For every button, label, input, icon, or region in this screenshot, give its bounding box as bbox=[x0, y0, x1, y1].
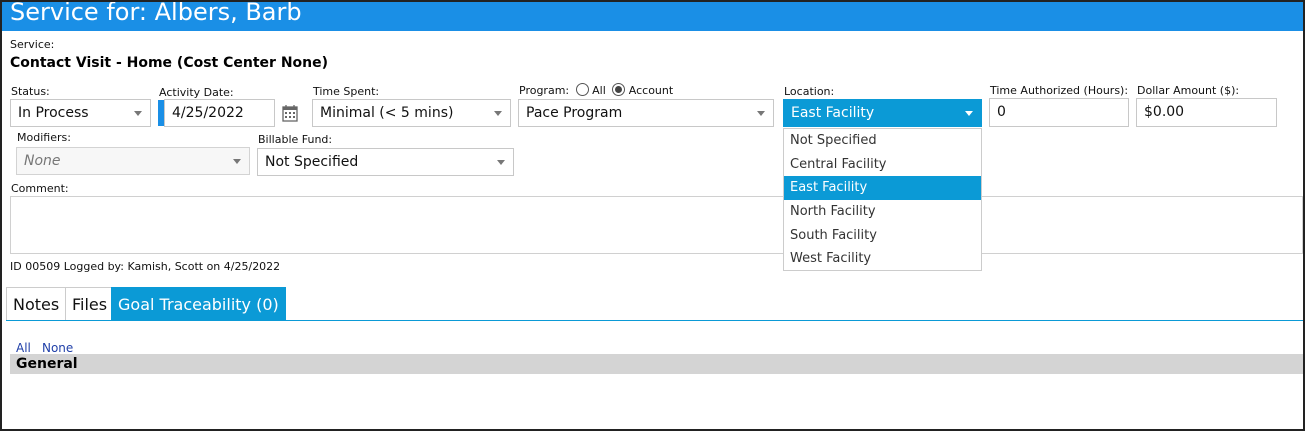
time-spent-select[interactable]: Minimal (< 5 mins) bbox=[312, 99, 511, 127]
time-spent-label: Time Spent: bbox=[313, 85, 380, 98]
location-option-west-facility[interactable]: West Facility bbox=[784, 247, 981, 271]
billable-fund-select[interactable]: Not Specified bbox=[257, 148, 514, 176]
calendar-icon[interactable] bbox=[282, 104, 298, 122]
chevron-down-icon bbox=[494, 111, 502, 116]
status-label: Status: bbox=[11, 85, 50, 98]
service-dialog: Service for: Albers, Barb Service: Conta… bbox=[0, 0, 1305, 431]
goal-group-label: General bbox=[16, 356, 78, 372]
log-info: ID 00509 Logged by: Kamish, Scott on 4/2… bbox=[10, 260, 281, 273]
goal-group-header: General bbox=[10, 354, 1303, 374]
location-select[interactable]: East Facility bbox=[783, 99, 982, 127]
tab-underline bbox=[6, 320, 1303, 321]
billable-fund-label: Billable Fund: bbox=[258, 133, 333, 146]
window-title-bar: Service for: Albers, Barb bbox=[2, 2, 1303, 31]
dollar-amount-value: $0.00 bbox=[1144, 104, 1185, 120]
tab-files[interactable]: Files bbox=[65, 287, 115, 320]
activity-date-label: Activity Date: bbox=[159, 86, 234, 99]
program-account-label: Account bbox=[628, 84, 674, 97]
tab-goal-traceability[interactable]: Goal Traceability (0) bbox=[111, 287, 286, 320]
billable-fund-value: Not Specified bbox=[265, 154, 359, 170]
service-label: Service: bbox=[10, 38, 55, 51]
select-all-link[interactable]: All bbox=[16, 341, 31, 355]
activity-date-input[interactable]: 4/25/2022 bbox=[164, 99, 275, 127]
program-all-label: All bbox=[592, 84, 606, 97]
modifiers-value: None bbox=[24, 153, 61, 169]
time-authorized-input[interactable]: 0 bbox=[989, 98, 1129, 127]
program-all-radio[interactable] bbox=[575, 83, 589, 96]
chevron-down-icon bbox=[757, 111, 765, 116]
time-authorized-value: 0 bbox=[997, 104, 1006, 120]
program-value: Pace Program bbox=[526, 105, 623, 121]
program-label-row: Program: All Account bbox=[519, 83, 673, 97]
chevron-down-icon bbox=[497, 160, 505, 165]
chevron-down-icon bbox=[965, 111, 973, 116]
time-authorized-label: Time Authorized (Hours): bbox=[990, 84, 1129, 97]
service-name: Contact Visit - Home (Cost Center None) bbox=[10, 55, 329, 71]
program-select[interactable]: Pace Program bbox=[518, 99, 774, 127]
window-title: Service for: Albers, Barb bbox=[10, 2, 302, 26]
modifiers-label: Modifiers: bbox=[17, 131, 71, 144]
status-select[interactable]: In Process bbox=[10, 99, 151, 127]
modifiers-select[interactable]: None bbox=[16, 147, 250, 175]
location-dropdown-list: Not Specified Central Facility East Faci… bbox=[783, 128, 982, 271]
tab-notes[interactable]: Notes bbox=[6, 287, 67, 320]
program-account-radio[interactable] bbox=[612, 83, 626, 96]
location-option-east-facility[interactable]: East Facility bbox=[784, 176, 981, 201]
location-option-not-specified[interactable]: Not Specified bbox=[784, 129, 981, 153]
chevron-down-icon bbox=[233, 159, 241, 164]
dollar-amount-input[interactable]: $0.00 bbox=[1136, 98, 1277, 127]
status-value: In Process bbox=[18, 105, 89, 121]
location-option-north-facility[interactable]: North Facility bbox=[784, 200, 981, 224]
location-option-south-facility[interactable]: South Facility bbox=[784, 224, 981, 248]
dollar-amount-label: Dollar Amount ($): bbox=[1137, 84, 1240, 97]
chevron-down-icon bbox=[134, 111, 142, 116]
comment-label: Comment: bbox=[11, 182, 69, 195]
comment-textarea[interactable] bbox=[10, 196, 1303, 254]
location-option-central-facility[interactable]: Central Facility bbox=[784, 153, 981, 177]
activity-date-value: 4/25/2022 bbox=[172, 105, 244, 121]
select-none-link[interactable]: None bbox=[42, 341, 73, 355]
location-label: Location: bbox=[784, 85, 835, 98]
program-label: Program: bbox=[519, 84, 570, 97]
location-value: East Facility bbox=[791, 105, 875, 121]
time-spent-value: Minimal (< 5 mins) bbox=[320, 105, 454, 121]
